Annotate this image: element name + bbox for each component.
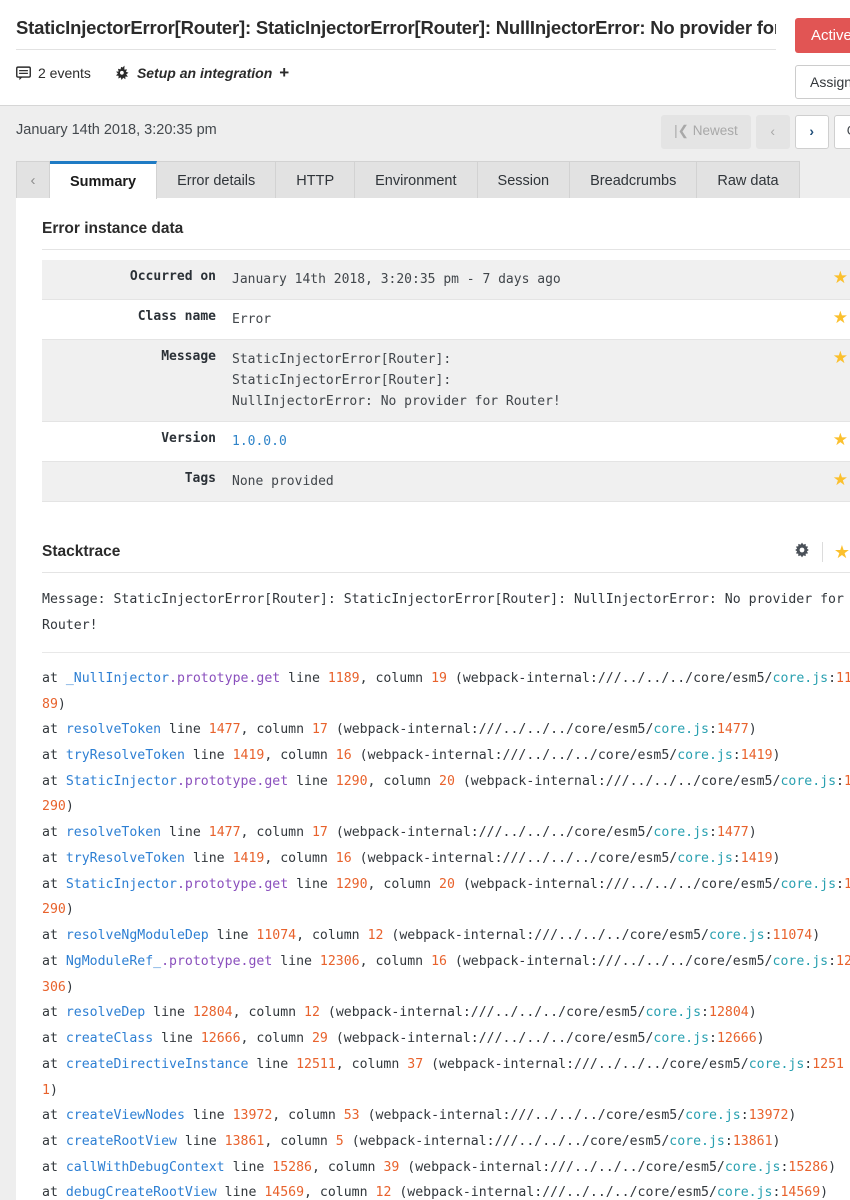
stacktrace-frame: at callWithDebugContext line 15286, colu…	[42, 1159, 837, 1175]
table-row: Tags None provided ★	[42, 461, 850, 502]
pager-newest-button[interactable]: |❮ Newest	[661, 115, 751, 149]
tab-error-details[interactable]: Error details	[157, 161, 277, 199]
tab-raw-data[interactable]: Raw data	[697, 161, 800, 199]
issue-meta-row: 2 events Setup an integration +	[16, 50, 834, 83]
row-star-cell[interactable]: ★	[824, 260, 850, 300]
row-star-cell[interactable]: ★	[824, 422, 850, 462]
gear-icon[interactable]	[794, 542, 810, 562]
row-value: None provided	[232, 474, 334, 490]
row-value[interactable]: 1.0.0.0	[232, 422, 824, 462]
chevron-left-icon: ‹	[770, 123, 776, 139]
stacktrace-frame: at createDirectiveInstance line 12511, c…	[42, 1056, 844, 1098]
row-key: Tags	[184, 471, 216, 487]
first-page-icon: |❮	[674, 123, 689, 138]
stacktrace-frame: at resolveNgModuleDep line 11074, column…	[42, 928, 821, 944]
tabs-scroll-left-button[interactable]: ‹	[16, 161, 50, 199]
comment-icon	[16, 66, 31, 81]
row-value: Error	[232, 312, 272, 328]
divider	[821, 542, 823, 563]
stacktrace-frame: at debugCreateRootView line 14569, colum…	[42, 1185, 829, 1200]
add-integration-button[interactable]: +	[279, 63, 289, 83]
stacktrace-frames: at _NullInjector.prototype.get line 1189…	[42, 653, 850, 1200]
pager-prev-button[interactable]: ‹	[755, 115, 790, 149]
tab-environment[interactable]: Environment	[355, 161, 478, 199]
star-icon: ★	[832, 308, 848, 328]
stacktrace-header: Stacktrace ★	[42, 542, 850, 574]
stacktrace-frame: at _NullInjector.prototype.get line 1189…	[42, 670, 850, 712]
occurrence-date: January 14th 2018, 3:20:35 pm	[16, 122, 217, 138]
row-star-cell[interactable]: ★	[824, 462, 850, 502]
row-star-cell[interactable]: ★	[824, 340, 850, 422]
row-key: Message	[161, 349, 216, 365]
tab-http[interactable]: HTTP	[276, 161, 356, 199]
row-star-cell[interactable]: ★	[824, 300, 850, 340]
pager-next-button[interactable]: ›	[794, 115, 829, 149]
table-row: Occurred on January 14th 2018, 3:20:35 p…	[42, 260, 850, 300]
events-count-label: 2 events	[38, 65, 91, 82]
star-icon: ★	[832, 268, 848, 287]
stacktrace-frame: at StaticInjector.prototype.get line 129…	[42, 773, 850, 815]
summary-panel: Error instance data Occurred on January …	[16, 198, 850, 1200]
stacktrace-frame: at tryResolveToken line 1419, column 16 …	[42, 748, 781, 763]
table-row: Message StaticInjectorError[Router]: Sta…	[42, 339, 850, 422]
row-key: Occurred on	[129, 269, 216, 284]
stacktrace-frame: at createClass line 12666, column 29 (we…	[42, 1031, 765, 1047]
stacktrace-message: Message: StaticInjectorError[Router]: St…	[42, 573, 850, 653]
star-icon[interactable]: ★	[834, 543, 850, 561]
stacktrace-frame: at createViewNodes line 13972, column 53…	[42, 1108, 797, 1124]
row-key: Class name	[137, 309, 216, 325]
pager-oldest-button[interactable]: Oldes	[833, 115, 850, 149]
stacktrace-frame: at resolveDep line 12804, column 12 (web…	[42, 1005, 757, 1021]
table-row: Version 1.0.0.0 ★	[42, 421, 850, 462]
page-title: StaticInjectorError[Router]: StaticInjec…	[16, 16, 776, 51]
issue-header: StaticInjectorError[Router]: StaticInjec…	[0, 0, 850, 106]
status-badge-active[interactable]: Active	[795, 18, 850, 53]
puzzle-piece-icon	[113, 65, 130, 81]
setup-integration-item[interactable]: Setup an integration +	[113, 63, 289, 83]
stacktrace-title: Stacktrace	[42, 543, 121, 561]
row-key: Version	[161, 431, 216, 447]
star-icon: ★	[832, 348, 848, 368]
error-instance-data-title: Error instance data	[42, 220, 850, 250]
stacktrace-frame: at tryResolveToken line 1419, column 16 …	[42, 850, 781, 866]
tab-session[interactable]: Session	[477, 161, 571, 199]
star-icon: ★	[832, 430, 848, 450]
title-row: StaticInjectorError[Router]: StaticInjec…	[16, 16, 834, 51]
stacktrace-frame: at createRootView line 13861, column 5 (…	[42, 1134, 781, 1150]
setup-integration-label: Setup an integration	[136, 65, 273, 82]
pager: |❮ Newest ‹ › Oldes	[661, 115, 850, 149]
error-instance-data-table: Occurred on January 14th 2018, 3:20:35 p…	[42, 260, 850, 502]
issue-detail-page: StaticInjectorError[Router]: StaticInjec…	[0, 0, 850, 1200]
chevron-right-icon: ›	[809, 123, 815, 139]
tab-bar: ‹ Summary Error details HTTP Environment…	[0, 161, 850, 199]
stacktrace-frame: at StaticInjector.prototype.get line 129…	[42, 876, 850, 918]
events-count-item[interactable]: 2 events	[16, 65, 91, 81]
pager-newest-label: Newest	[692, 123, 738, 138]
star-icon: ★	[832, 470, 848, 490]
assign-to-button[interactable]: Assign t	[795, 65, 850, 99]
row-value: StaticInjectorError[Router]: StaticInjec…	[232, 352, 561, 410]
tab-breadcrumbs[interactable]: Breadcrumbs	[570, 161, 698, 199]
table-row: Class name Error ★	[42, 299, 850, 340]
row-value: January 14th 2018, 3:20:35 pm - 7 days a…	[232, 272, 561, 287]
stacktrace-frame: at resolveToken line 1477, column 17 (we…	[42, 825, 757, 841]
occurrence-navigation-bar: January 14th 2018, 3:20:35 pm |❮ Newest …	[0, 106, 850, 161]
tab-summary[interactable]: Summary	[50, 161, 158, 199]
stacktrace-frame: at NgModuleRef_.prototype.get line 12306…	[42, 953, 850, 995]
stacktrace-frame: at resolveToken line 1477, column 17 (we…	[42, 722, 757, 738]
error-instance-data-body: Occurred on January 14th 2018, 3:20:35 p…	[42, 260, 850, 502]
